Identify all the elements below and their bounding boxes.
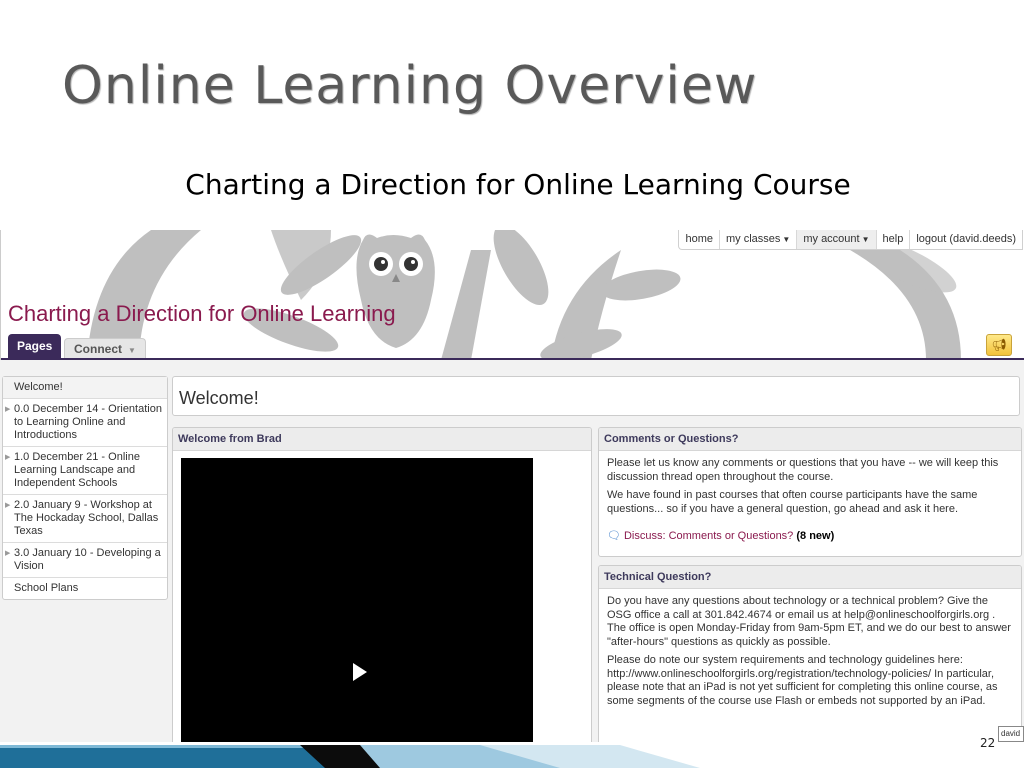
tech-paragraph-2: Please do note our system requirements a…: [607, 654, 998, 707]
play-icon[interactable]: [353, 663, 367, 681]
sidebar-item-label: 1.0 December 21 - Online Learning Landsc…: [14, 451, 140, 489]
page-number: 22: [980, 736, 996, 750]
comments-panel: Comments or Questions? Please let us kno…: [598, 427, 1022, 557]
nav-my-account-label: my account: [803, 233, 860, 245]
expand-arrow-icon: ▶: [5, 454, 11, 461]
technical-question-panel: Technical Question? Do you have any ques…: [598, 565, 1022, 742]
nav-home-link[interactable]: home: [679, 230, 719, 249]
discussion-link[interactable]: Discuss: Comments or Questions?: [624, 530, 793, 542]
expand-arrow-icon: ▶: [5, 550, 11, 557]
welcome-video-panel: Welcome from Brad: [172, 427, 592, 742]
nav-my-account-menu[interactable]: my account ▼: [796, 230, 876, 249]
sidebar-item-label: 0.0 December 14 - Orientation to Learnin…: [14, 403, 162, 441]
chevron-down-icon: ▼: [128, 346, 136, 355]
sidebar-item-1-0[interactable]: ▶ 1.0 December 21 - Online Learning Lands…: [3, 446, 167, 494]
site-banner: home my classes ▼ my account ▼ help logout…: [0, 230, 1024, 360]
comments-paragraph-1: Please let us know any comments or quest…: [607, 457, 999, 483]
sidebar-item-label: 2.0 January 9 - Workshop at The Hockaday…: [14, 499, 159, 537]
nav-help-link[interactable]: help: [875, 230, 910, 249]
site-title: Charting a Direction for Online Learning: [8, 301, 396, 326]
footer-decoration: [0, 745, 1024, 768]
tech-paragraph-1: Do you have any questions about technolo…: [607, 595, 1011, 648]
sidebar-item-2-0[interactable]: ▶ 2.0 January 9 - Workshop at The Hockada…: [3, 494, 167, 542]
panel-title: Technical Question?: [599, 566, 1021, 589]
video-player[interactable]: [181, 458, 533, 742]
sidebar-item-3-0[interactable]: ▶ 3.0 January 10 - Developing a Vision: [3, 542, 167, 577]
slide-subtitle: Charting a Direction for Online Learning…: [185, 168, 851, 201]
nav-my-classes-label: my classes: [726, 233, 781, 245]
new-count-badge: (8 new): [796, 530, 835, 542]
announcements-button[interactable]: 📢︎: [986, 334, 1012, 356]
sidebar-item-label: 3.0 January 10 - Developing a Vision: [14, 547, 161, 572]
top-navigation: home my classes ▼ my account ▼ help logout…: [678, 230, 1023, 250]
chat-bubble-icon: 🗨︎: [607, 530, 621, 542]
sidebar-item-label: Welcome!: [14, 381, 63, 393]
course-site-screenshot: home my classes ▼ my account ▼ help logout…: [0, 230, 1024, 742]
sidebar-item-0-0[interactable]: ▶ 0.0 December 14 - Orientation to Learni…: [3, 398, 167, 446]
sidebar-pages-list: Welcome! ▶ 0.0 December 14 - Orientation …: [2, 376, 168, 600]
discussion-link-row: 🗨︎ Discuss: Comments or Questions? (8 new…: [607, 530, 1013, 544]
comments-paragraph-2: We have found in past courses that often…: [607, 489, 978, 515]
sidebar-item-welcome[interactable]: Welcome!: [3, 377, 167, 398]
user-tag: david: [998, 726, 1024, 742]
nav-my-classes-menu[interactable]: my classes ▼: [719, 230, 796, 249]
chevron-down-icon: ▼: [861, 235, 870, 244]
panel-title: Welcome from Brad: [173, 428, 591, 451]
tab-connect[interactable]: Connect ▼: [64, 338, 146, 359]
panel-body: Do you have any questions about technolo…: [599, 589, 1021, 719]
panel-body: Please let us know any comments or quest…: [599, 451, 1021, 550]
chevron-down-icon: ▼: [782, 235, 791, 244]
nav-logout-link[interactable]: logout (david.deeds): [909, 230, 1022, 249]
tab-connect-label: Connect: [74, 342, 122, 356]
page-heading: Welcome!: [172, 376, 1020, 416]
nav-divider-bar: [1, 358, 1024, 360]
panel-title: Comments or Questions?: [599, 428, 1021, 451]
sidebar-item-label: School Plans: [14, 582, 79, 594]
megaphone-icon: 📢︎: [991, 338, 1007, 352]
slide-title: Online Learning Overview: [62, 56, 758, 116]
sidebar-item-school-plans[interactable]: School Plans: [3, 577, 167, 599]
expand-arrow-icon: ▶: [5, 406, 11, 413]
expand-arrow-icon: ▶: [5, 502, 11, 509]
tab-pages[interactable]: Pages: [8, 334, 62, 358]
